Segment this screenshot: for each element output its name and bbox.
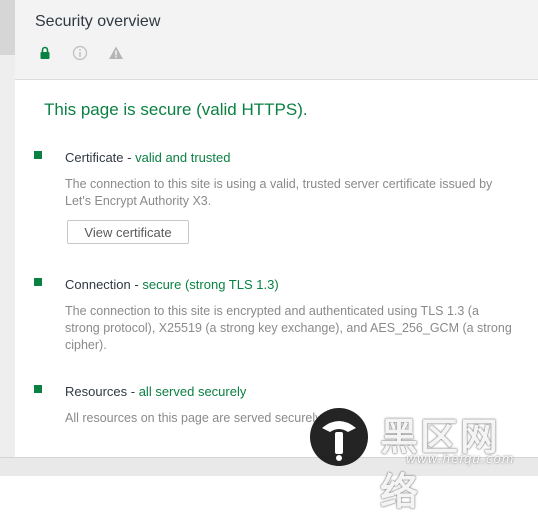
resources-separator: - bbox=[127, 384, 139, 399]
certificate-description: The connection to this site is using a v… bbox=[65, 177, 493, 208]
certificate-status-bullet bbox=[34, 151, 42, 159]
connection-description: The connection to this site is encrypted… bbox=[65, 304, 512, 352]
lock-icon[interactable] bbox=[37, 45, 53, 61]
connection-separator: - bbox=[130, 277, 143, 292]
certificate-separator: - bbox=[123, 150, 136, 165]
connection-heading: Connection - secure (strong TLS 1.3) bbox=[65, 277, 279, 292]
watermark-logo-icon bbox=[310, 408, 368, 466]
certificate-state: valid and trusted bbox=[135, 150, 231, 165]
info-icon[interactable] bbox=[72, 45, 88, 61]
warning-icon[interactable] bbox=[108, 45, 124, 61]
panel-title: Security overview bbox=[35, 13, 161, 30]
security-panel: Security overview This page is secure (v… bbox=[15, 0, 538, 457]
panel-header: Security overview bbox=[15, 0, 538, 80]
connection-status-bullet bbox=[34, 278, 42, 286]
scroll-thumb[interactable] bbox=[0, 0, 15, 55]
view-certificate-button[interactable]: View certificate bbox=[67, 220, 189, 244]
watermark-url: www.heiqu.com bbox=[406, 452, 515, 466]
connection-state: secure (strong TLS 1.3) bbox=[142, 277, 279, 292]
left-scroll-rail[interactable] bbox=[0, 0, 15, 457]
certificate-heading: Certificate - valid and trusted bbox=[65, 150, 231, 165]
resources-heading: Resources - all served securely bbox=[65, 384, 246, 399]
connection-label: Connection bbox=[65, 277, 131, 292]
resources-label: Resources bbox=[65, 384, 128, 399]
certificate-label: Certificate bbox=[65, 150, 124, 165]
security-summary: This page is secure (valid HTTPS). bbox=[44, 100, 308, 119]
watermark: 黑区网络 www.heiqu.com bbox=[308, 404, 538, 514]
resources-state: all served securely bbox=[138, 384, 247, 399]
resources-status-bullet bbox=[34, 385, 42, 393]
